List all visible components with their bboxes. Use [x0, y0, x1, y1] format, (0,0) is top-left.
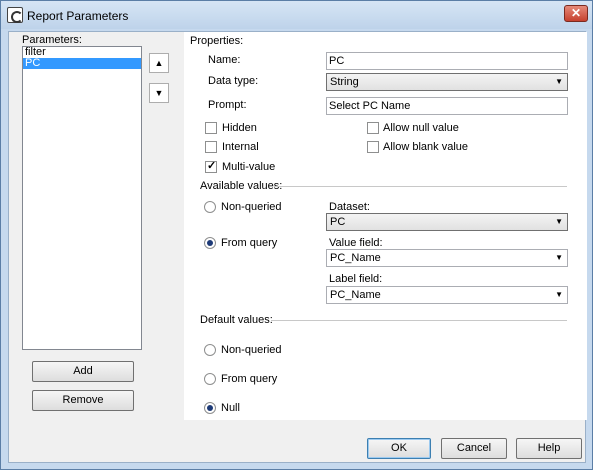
default-nonqueried-label: Non-queried: [221, 344, 282, 356]
default-fromquery-label: From query: [221, 373, 278, 385]
arrow-down-icon: ▼: [154, 88, 164, 98]
available-values-divider: [274, 186, 567, 187]
default-fromquery-radio[interactable]: [204, 373, 216, 385]
ok-button[interactable]: OK: [367, 438, 431, 459]
list-item[interactable]: filter: [23, 47, 141, 58]
available-nonqueried-label: Non-queried: [221, 201, 282, 213]
close-icon: ✕: [570, 6, 582, 20]
report-parameters-dialog: Report Parameters ✕ Parameters: filter P…: [0, 0, 593, 470]
hidden-label: Hidden: [222, 122, 257, 134]
name-label: Name:: [208, 54, 241, 66]
allow-blank-checkbox[interactable]: [367, 141, 379, 153]
list-item[interactable]: PC: [23, 58, 141, 69]
allow-blank-label: Allow blank value: [383, 141, 468, 153]
value-field-label: Value field:: [329, 237, 383, 249]
help-button[interactable]: Help: [516, 438, 582, 459]
prompt-field[interactable]: Select PC Name: [326, 97, 568, 115]
default-values-divider: [271, 320, 567, 321]
internal-label: Internal: [222, 141, 259, 153]
data-type-value: String: [330, 76, 359, 88]
chevron-down-icon: ▼: [555, 290, 563, 299]
default-null-radio[interactable]: [204, 402, 216, 414]
add-button[interactable]: Add: [32, 361, 134, 382]
properties-panel: Properties: Name: PC Data type: String ▼…: [184, 32, 587, 420]
default-nonqueried-radio[interactable]: [204, 344, 216, 356]
chevron-down-icon: ▼: [555, 77, 563, 86]
multi-value-checkbox[interactable]: [205, 159, 217, 173]
internal-checkbox[interactable]: [205, 141, 217, 153]
dataset-select[interactable]: PC ▼: [326, 213, 568, 231]
window-title: Report Parameters: [27, 9, 129, 23]
name-field[interactable]: PC: [326, 52, 568, 70]
app-icon: [7, 7, 23, 23]
default-values-header: Default values:: [200, 314, 273, 326]
move-down-button[interactable]: ▼: [149, 83, 169, 103]
move-up-button[interactable]: ▲: [149, 53, 169, 73]
data-type-label: Data type:: [208, 75, 259, 87]
value-field-value: PC_Name: [330, 252, 381, 264]
dataset-label: Dataset:: [329, 201, 370, 213]
label-field-select[interactable]: PC_Name ▼: [326, 286, 568, 304]
cancel-button[interactable]: Cancel: [441, 438, 507, 459]
available-fromquery-label: From query: [221, 237, 278, 249]
data-type-select[interactable]: String ▼: [326, 73, 568, 91]
title-bar[interactable]: Report Parameters ✕: [1, 1, 592, 29]
value-field-select[interactable]: PC_Name ▼: [326, 249, 568, 267]
arrow-up-icon: ▲: [154, 58, 164, 68]
close-button[interactable]: ✕: [564, 5, 588, 22]
dialog-body: Parameters: filter PC ▲ ▼ Add Remove Pro…: [8, 31, 587, 463]
label-field-label: Label field:: [329, 273, 383, 285]
hidden-checkbox[interactable]: [205, 122, 217, 134]
multi-value-label: Multi-value: [222, 161, 276, 173]
chevron-down-icon: ▼: [555, 217, 563, 226]
allow-null-label: Allow null value: [383, 122, 459, 134]
dataset-value: PC: [330, 216, 346, 228]
parameters-label: Parameters:: [22, 34, 82, 46]
remove-button[interactable]: Remove: [32, 390, 134, 411]
available-values-header: Available values:: [200, 180, 283, 192]
properties-header: Properties:: [190, 35, 244, 47]
default-null-label: Null: [221, 402, 240, 414]
prompt-label: Prompt:: [208, 99, 247, 111]
available-nonqueried-radio[interactable]: [204, 201, 216, 213]
chevron-down-icon: ▼: [555, 253, 563, 262]
button-bar: OK Cancel Help: [9, 420, 585, 462]
parameters-list[interactable]: filter PC: [22, 46, 142, 350]
available-fromquery-radio[interactable]: [204, 237, 216, 249]
allow-null-checkbox[interactable]: [367, 122, 379, 134]
label-field-value: PC_Name: [330, 289, 381, 301]
